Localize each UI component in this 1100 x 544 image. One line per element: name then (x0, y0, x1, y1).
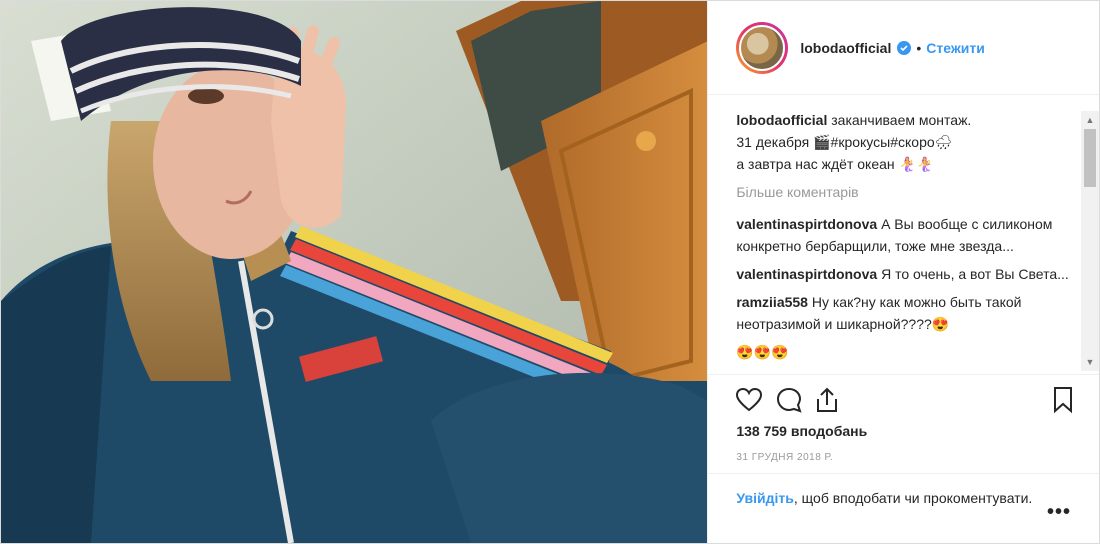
comment-username[interactable]: ramziia558 (736, 294, 808, 310)
header-username[interactable]: lobodaofficial (800, 40, 891, 56)
comment-text: Я то очень, а вот Вы Света... (881, 266, 1069, 282)
caption-line-2: 31 декабря 🎬#крокусы#скоро🌧 (736, 134, 953, 150)
comments-scrollbar[interactable]: ▲ ▼ (1081, 111, 1099, 371)
likes-count[interactable]: 138 759 вподобань (736, 423, 867, 439)
caption-line-3: а завтра нас ждёт океан 🧜‍♀️🧜‍♀️ (736, 156, 934, 172)
scroll-thumb[interactable] (1084, 129, 1096, 187)
verified-badge-icon (897, 40, 912, 55)
action-bar (708, 374, 1100, 423)
login-link[interactable]: Увійдіть (736, 490, 794, 506)
post-photo[interactable] (1, 1, 708, 543)
comment-item: ramziia558 Ну как?ну как можно быть тако… (736, 291, 1069, 335)
login-prompt: Увійдіть, щоб вподобати чи прокоментуват… (708, 473, 1100, 543)
comment-icon[interactable] (774, 385, 804, 415)
instagram-post: lobodaofficial • Стежити lobodaofficial … (0, 0, 1100, 544)
caption: lobodaofficial заканчиваем монтаж. 31 де… (736, 109, 1069, 175)
post-date: 31 ГРУДНЯ 2018 Р. (736, 452, 834, 463)
follow-button[interactable]: Стежити (926, 40, 985, 56)
share-icon[interactable] (812, 385, 842, 415)
comment-item: valentinaspirtdonova А Вы вообще с силик… (736, 213, 1069, 257)
login-prompt-text: , щоб вподобати чи прокоментувати. (793, 490, 1033, 506)
comments-list[interactable]: lobodaofficial заканчиваем монтаж. 31 де… (708, 97, 1099, 373)
comment-username[interactable]: valentinaspirtdonova (736, 266, 877, 282)
bookmark-icon[interactable] (1048, 385, 1078, 415)
scroll-down-arrow-icon[interactable]: ▼ (1081, 353, 1099, 371)
more-comments-link[interactable]: Більше коментарів (736, 181, 1069, 203)
caption-line-1: заканчиваем монтаж. (831, 112, 972, 128)
avatar[interactable] (736, 21, 789, 74)
caption-username[interactable]: lobodaofficial (736, 112, 827, 128)
partial-comment: 😍😍😍 (736, 344, 789, 360)
post-header: lobodaofficial • Стежити (708, 1, 1099, 95)
more-options-button[interactable]: ••• (1047, 502, 1071, 522)
photo-illustration (1, 1, 708, 543)
comment-item: valentinaspirtdonova Я то очень, а вот В… (736, 263, 1069, 285)
scroll-up-arrow-icon[interactable]: ▲ (1081, 111, 1099, 129)
separator-dot: • (916, 39, 922, 56)
post-side-panel: lobodaofficial • Стежити lobodaofficial … (707, 1, 1100, 543)
heart-icon[interactable] (734, 385, 764, 415)
comment-username[interactable]: valentinaspirtdonova (736, 216, 877, 232)
